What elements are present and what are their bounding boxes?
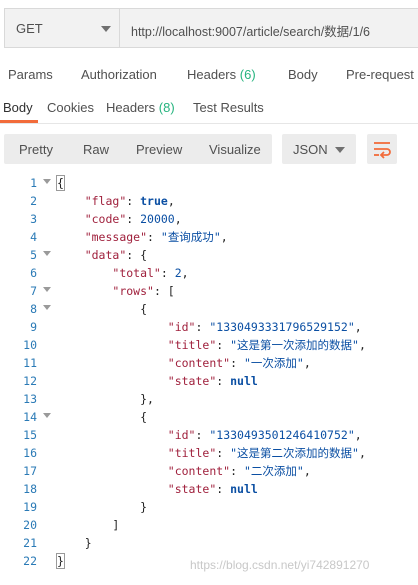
method-label: GET bbox=[16, 21, 43, 36]
code-line: 17 "content": "二次添加", bbox=[23, 464, 311, 478]
code-line: 4 "message": "查询成功", bbox=[30, 230, 228, 244]
format-select[interactable]: JSON bbox=[282, 134, 356, 164]
response-view-toolbar: Pretty Raw Preview Visualize JSON bbox=[0, 134, 418, 166]
code-line: 6 "total": 2, bbox=[30, 266, 189, 280]
code-line: 20 ] bbox=[23, 518, 120, 532]
method-select[interactable]: GET bbox=[4, 8, 119, 48]
response-body-viewer[interactable]: 1{ 2 "flag": true, 3 "code": 20000, 4 "m… bbox=[0, 174, 418, 574]
mode-visualize-button[interactable]: Visualize bbox=[209, 142, 261, 157]
url-text: http://localhost:9007/article/search/数据/… bbox=[131, 25, 371, 39]
response-tabs: Body Cookies Headers (8) Test Results bbox=[0, 92, 418, 124]
code-line: 21 } bbox=[23, 536, 92, 550]
wrap-lines-button[interactable] bbox=[367, 134, 397, 164]
request-tabs: Params Authorization Headers (6) Body Pr… bbox=[0, 60, 418, 90]
code-line: 15 "id": "1330493501246410752", bbox=[23, 428, 362, 442]
tab-test-results[interactable]: Test Results bbox=[193, 100, 264, 115]
fold-arrow-icon[interactable] bbox=[43, 251, 51, 256]
headers-count: (6) bbox=[239, 67, 256, 82]
tab-authorization[interactable]: Authorization bbox=[81, 67, 157, 82]
tab-response-body[interactable]: Body bbox=[3, 100, 33, 115]
fold-arrow-icon[interactable] bbox=[43, 305, 51, 310]
tab-cookies[interactable]: Cookies bbox=[47, 100, 94, 115]
code-line: 7 "rows": [ bbox=[30, 284, 175, 298]
chevron-down-icon bbox=[335, 147, 345, 153]
tab-pre-request-script[interactable]: Pre-request S bbox=[346, 67, 418, 82]
url-input[interactable]: http://localhost:9007/article/search/数据/… bbox=[119, 8, 418, 48]
tab-body[interactable]: Body bbox=[288, 67, 318, 82]
code-line: 16 "title": "这是第二次添加的数据", bbox=[23, 446, 366, 460]
code-line: 10 "title": "这是第一次添加的数据", bbox=[23, 338, 366, 352]
fold-arrow-icon[interactable] bbox=[43, 179, 51, 184]
view-mode-group: Pretty Raw Preview Visualize bbox=[4, 134, 272, 164]
code-line: 2 "flag": true, bbox=[30, 194, 175, 208]
chevron-down-icon bbox=[101, 26, 111, 32]
request-url-bar: GET http://localhost:9007/article/search… bbox=[0, 0, 418, 58]
fold-arrow-icon[interactable] bbox=[43, 287, 51, 292]
code-line: 19 } bbox=[23, 500, 148, 514]
tab-params[interactable]: Params bbox=[8, 67, 53, 82]
fold-arrow-icon[interactable] bbox=[43, 413, 51, 418]
code-line: 3 "code": 20000, bbox=[30, 212, 182, 226]
mode-pretty-button[interactable]: Pretty bbox=[19, 142, 53, 157]
code-line: 13 }, bbox=[23, 392, 154, 406]
active-tab-indicator bbox=[0, 120, 38, 123]
watermark: https://blog.csdn.net/yi742891270 bbox=[190, 558, 370, 572]
format-label: JSON bbox=[293, 142, 328, 157]
code-line: 9 "id": "1330493331796529152", bbox=[30, 320, 362, 334]
code-line: 18 "state": null bbox=[23, 482, 258, 496]
code-line: 8 { bbox=[30, 302, 148, 316]
code-line: 5 "data": { bbox=[30, 248, 148, 262]
response-headers-count: (8) bbox=[158, 100, 175, 115]
code-line: 12 "state": null bbox=[23, 374, 258, 388]
code-line: 1{ bbox=[30, 175, 65, 191]
code-line: 11 "content": "一次添加", bbox=[23, 356, 311, 370]
tab-response-headers[interactable]: Headers (8) bbox=[106, 100, 175, 115]
mode-preview-button[interactable]: Preview bbox=[136, 142, 182, 157]
code-line: 14 { bbox=[23, 410, 148, 424]
tab-headers[interactable]: Headers (6) bbox=[187, 67, 256, 82]
wrap-lines-icon bbox=[374, 142, 391, 159]
mode-raw-button[interactable]: Raw bbox=[83, 142, 109, 157]
